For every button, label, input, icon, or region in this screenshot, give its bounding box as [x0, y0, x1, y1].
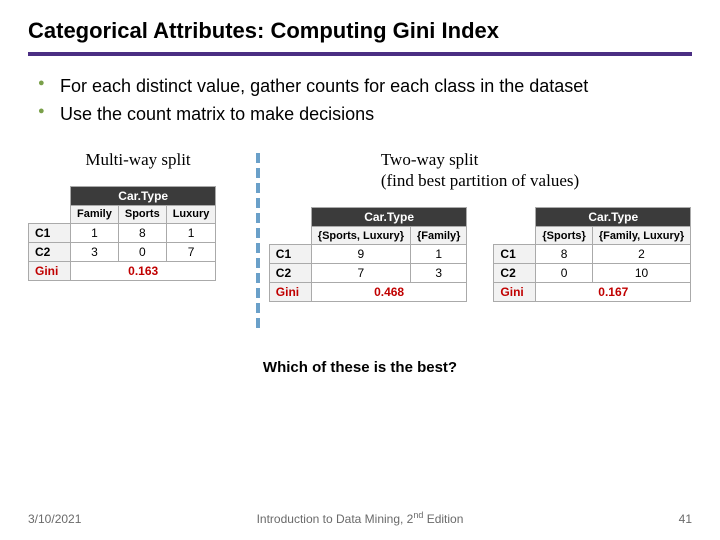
cell: 7: [311, 264, 410, 283]
gini-label: Gini: [29, 261, 71, 280]
row-label: C1: [29, 223, 71, 242]
twoway-table-a: Car.Type {Sports, Luxury} {Family} C1 9 …: [269, 207, 468, 302]
footer-center-pre: Introduction to Data Mining, 2: [257, 512, 414, 526]
bullet-list: For each distinct value, gather counts f…: [28, 74, 692, 127]
row-label: C1: [494, 245, 536, 264]
vertical-separator: [248, 149, 268, 333]
table-corner: [29, 205, 71, 223]
bullet-item: For each distinct value, gather counts f…: [38, 74, 692, 98]
col-header: {Sports}: [536, 227, 592, 245]
slide-footer: 3/10/2021 Introduction to Data Mining, 2…: [28, 512, 692, 526]
attr-header: Car.Type: [536, 208, 691, 227]
gini-label: Gini: [494, 283, 536, 302]
row-label: C2: [494, 264, 536, 283]
twoway-heading: Two-way split (find best partition of va…: [381, 149, 579, 192]
cell: 3: [410, 264, 466, 283]
gini-value: 0.167: [536, 283, 691, 302]
twoway-table-b: Car.Type {Sports} {Family, Luxury} C1 8 …: [493, 207, 691, 302]
col-header: Family: [71, 205, 119, 223]
cell: 1: [410, 245, 466, 264]
title-rule: [28, 52, 692, 56]
twoway-heading-sub: (find best partition of values): [381, 171, 579, 190]
table-corner: [269, 227, 311, 245]
cell: 8: [536, 245, 592, 264]
cell: 0: [536, 264, 592, 283]
twoway-column: Two-way split (find best partition of va…: [268, 149, 692, 303]
gini-value: 0.468: [311, 283, 467, 302]
col-header: {Family, Luxury}: [592, 227, 690, 245]
table-corner: [494, 227, 536, 245]
cell: 10: [592, 264, 690, 283]
split-comparison: Multi-way split Car.Type Family Sports L…: [28, 149, 692, 333]
cell: 7: [166, 242, 216, 261]
table-corner: [29, 186, 71, 205]
footer-center: Introduction to Data Mining, 2nd Edition: [28, 510, 692, 526]
cell: 1: [71, 223, 119, 242]
cell: 3: [71, 242, 119, 261]
row-label: C2: [29, 242, 71, 261]
footer-center-post: Edition: [423, 512, 463, 526]
multiway-column: Multi-way split Car.Type Family Sports L…: [28, 149, 248, 281]
gini-value: 0.163: [71, 261, 216, 280]
cell: 0: [118, 242, 166, 261]
multiway-heading: Multi-way split: [28, 149, 248, 170]
multiway-table: Car.Type Family Sports Luxury C1 1 8 1 C…: [28, 186, 216, 281]
bullet-item: Use the count matrix to make decisions: [38, 102, 692, 126]
question-text: Which of these is the best?: [28, 359, 692, 376]
col-header: Luxury: [166, 205, 216, 223]
slide-title: Categorical Attributes: Computing Gini I…: [28, 18, 692, 44]
cell: 2: [592, 245, 690, 264]
twoway-tables: Car.Type {Sports, Luxury} {Family} C1 9 …: [269, 207, 691, 302]
col-header: {Sports, Luxury}: [311, 227, 410, 245]
attr-header: Car.Type: [71, 186, 216, 205]
table-corner: [269, 208, 311, 227]
col-header: {Family}: [410, 227, 466, 245]
footer-center-sup: nd: [413, 510, 423, 520]
table-corner: [494, 208, 536, 227]
cell: 1: [166, 223, 216, 242]
col-header: Sports: [118, 205, 166, 223]
gini-label: Gini: [269, 283, 311, 302]
cell: 8: [118, 223, 166, 242]
cell: 9: [311, 245, 410, 264]
row-label: C2: [269, 264, 311, 283]
row-label: C1: [269, 245, 311, 264]
twoway-heading-main: Two-way split: [381, 150, 479, 169]
attr-header: Car.Type: [311, 208, 467, 227]
